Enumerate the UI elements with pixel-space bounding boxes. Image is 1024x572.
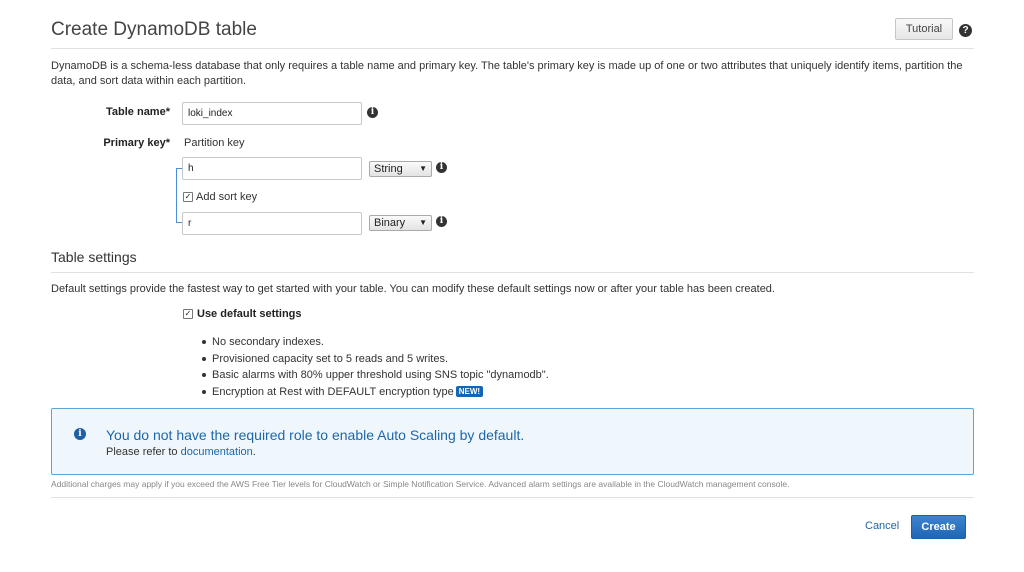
table-settings-title: Table settings [51,249,137,265]
table-name-label: Table name* [106,106,170,118]
sort-key-type-value: Binary [374,217,406,229]
charges-footnote: Additional charges may apply if you exce… [51,479,790,489]
chevron-down-icon: ▼ [419,218,427,227]
table-settings-description: Default settings provide the fastest way… [51,283,775,295]
info-icon: i [74,428,86,440]
default-settings-list: No secondary indexes. Provisioned capaci… [200,334,549,400]
encryption-text: Encryption at Rest with DEFAULT encrypti… [212,385,454,398]
chevron-down-icon: ▼ [419,164,427,173]
table-name-input[interactable] [182,102,362,125]
alert-title: You do not have the required role to ena… [106,427,525,443]
page-title: Create DynamoDB table [51,19,257,40]
header-divider [51,48,974,49]
sort-key-type-select[interactable]: Binary ▼ [369,215,432,231]
sort-key-info-icon[interactable]: i [436,216,447,227]
primary-key-label: Primary key* [103,137,170,149]
use-default-settings-checkbox[interactable]: ✓ [183,309,193,319]
partition-key-type-select[interactable]: String ▼ [369,161,432,177]
partition-key-label: Partition key [184,137,245,149]
partition-key-type-value: String [374,163,403,175]
list-item: Provisioned capacity set to 5 reads and … [200,351,549,368]
table-name-info-icon[interactable]: i [367,107,378,118]
key-bracket [176,168,177,223]
table-settings-divider [51,272,974,273]
list-item: No secondary indexes. [200,334,549,351]
alert-body-suffix: . [252,446,256,458]
footer-divider [51,497,974,498]
list-item: Basic alarms with 80% upper threshold us… [200,367,549,384]
alert-body-prefix: Please refer to [106,446,178,458]
documentation-link[interactable]: documentation [181,446,253,458]
alert-body: Please refer to documentation. [106,446,256,458]
new-badge: NEW! [455,385,484,397]
list-item: Encryption at Rest with DEFAULT encrypti… [200,384,549,401]
auto-scaling-alert: i You do not have the required role to e… [51,408,974,475]
add-sort-key-label: Add sort key [196,191,258,203]
create-button[interactable]: Create [911,515,966,539]
cancel-button[interactable]: Cancel [865,520,899,532]
add-sort-key-checkbox[interactable]: ✓ [183,192,193,202]
partition-key-info-icon[interactable]: i [436,162,447,173]
help-icon[interactable]: ? [959,24,972,37]
sort-key-input[interactable] [182,212,362,235]
page-description: DynamoDB is a schema-less database that … [51,60,963,87]
use-default-settings-label: Use default settings [197,308,302,320]
tutorial-button[interactable]: Tutorial [895,18,953,40]
partition-key-input[interactable] [182,157,362,180]
